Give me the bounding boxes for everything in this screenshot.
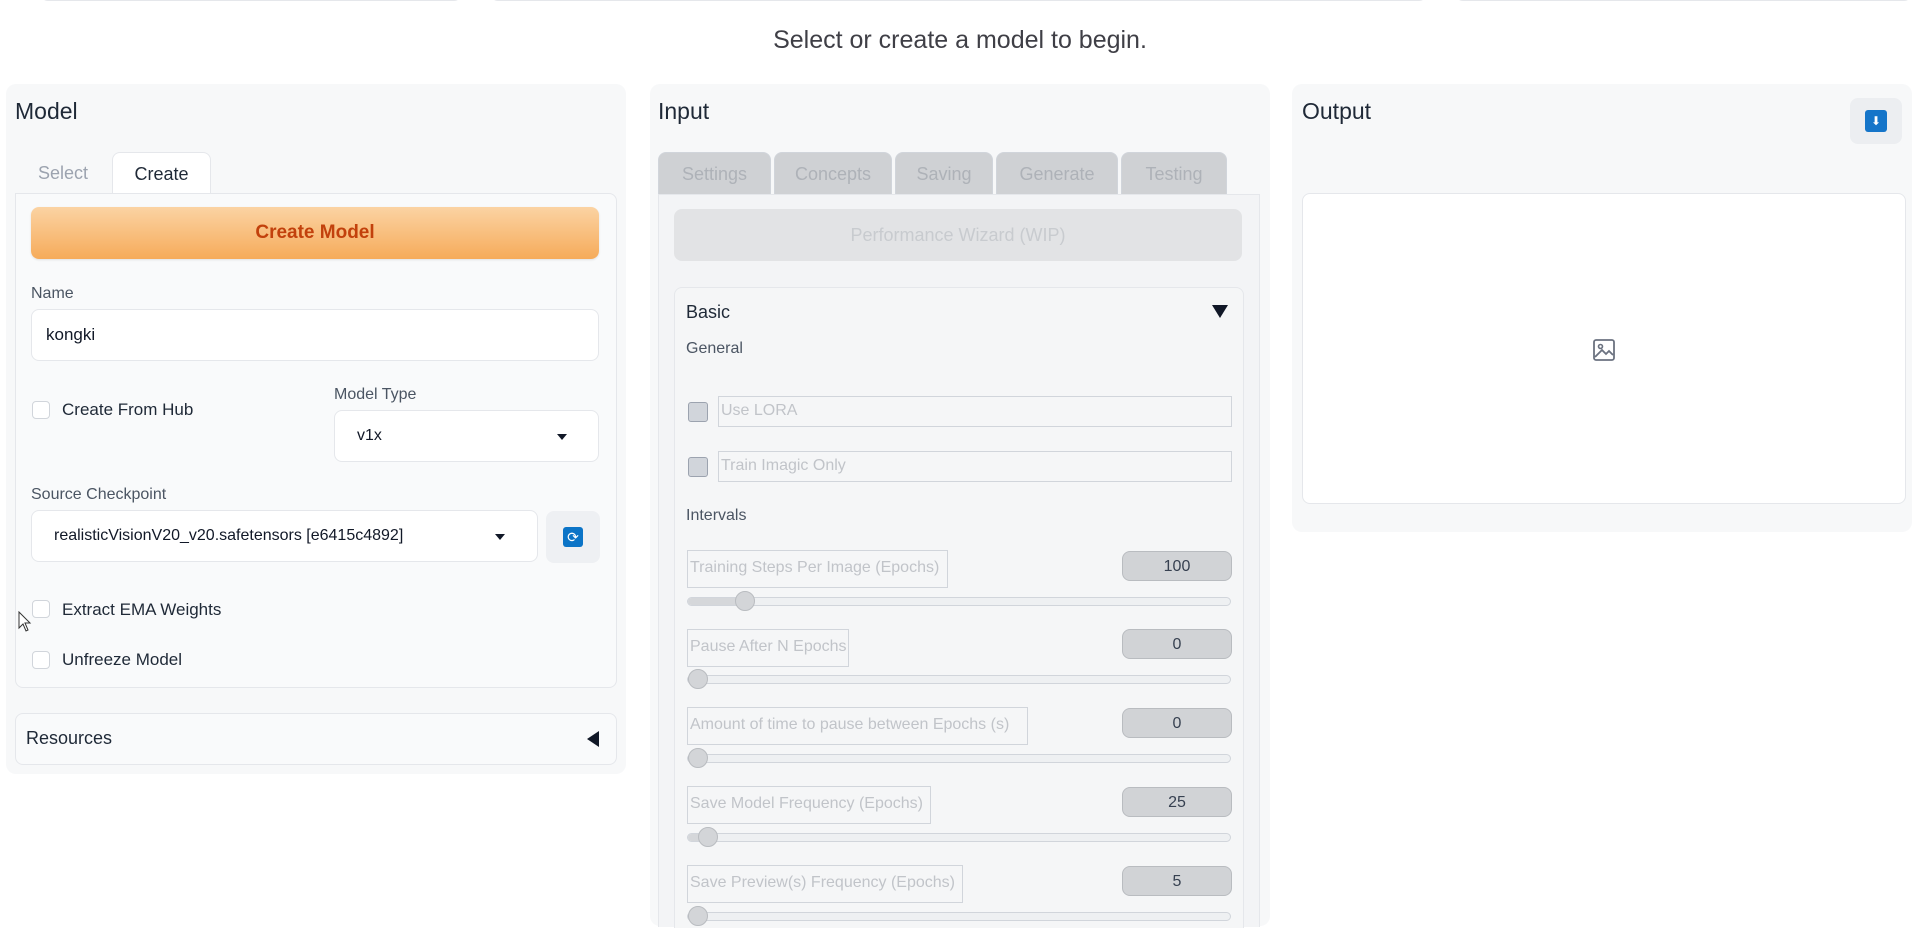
intervals-label: Intervals	[686, 507, 747, 524]
slider-label: Pause After N Epochs	[687, 629, 849, 667]
slider-label: Save Preview(s) Frequency (Epochs)	[687, 865, 963, 903]
slider-label: Amount of time to pause between Epochs (…	[687, 707, 1028, 745]
extract-ema-label: Extract EMA Weights	[62, 600, 222, 619]
output-image	[1302, 193, 1906, 504]
source-checkpoint-value: realisticVisionV20_v20.safetensors [e641…	[54, 527, 404, 544]
refresh-button[interactable]: ⟳	[546, 511, 600, 563]
slider-number-input[interactable]: 0	[1122, 629, 1232, 659]
slider-number-input[interactable]: 0	[1122, 708, 1232, 738]
create-model-button[interactable]: Create Model	[31, 207, 599, 259]
name-label: Name	[31, 285, 74, 302]
image-icon	[1593, 339, 1615, 361]
create-from-hub-checkbox[interactable]	[32, 401, 50, 419]
slider-track[interactable]	[687, 827, 1231, 847]
basic-label: Basic	[686, 302, 731, 322]
slider-knob[interactable]	[688, 748, 708, 768]
slider-label: Save Model Frequency (Epochs)	[687, 786, 931, 824]
source-checkpoint-label: Source Checkpoint	[31, 486, 167, 503]
collapse-triangle-icon	[587, 731, 599, 747]
slider-number-input[interactable]: 100	[1122, 551, 1232, 581]
model-panel-title: Model	[15, 98, 78, 124]
use-lora-checkbox[interactable]	[688, 402, 708, 422]
top-button-1[interactable]	[40, 0, 462, 1]
source-checkpoint-select[interactable]: realisticVisionV20_v20.safetensors [e641…	[31, 510, 538, 562]
input-panel-title: Input	[658, 98, 710, 124]
output-panel-title: Output	[1302, 98, 1372, 124]
tab-generate[interactable]: Generate	[996, 152, 1118, 194]
tab-concepts[interactable]: Concepts	[774, 152, 892, 194]
name-input[interactable]: kongki	[31, 309, 599, 361]
chevron-down-icon	[495, 534, 505, 540]
tab-settings[interactable]: Settings	[658, 152, 771, 194]
refresh-icon: ⟳	[563, 527, 583, 547]
top-button-2[interactable]	[490, 0, 1427, 1]
use-lora-label: Use LORA	[718, 396, 1232, 427]
unfreeze-model-checkbox[interactable]	[32, 651, 50, 669]
model-type-select[interactable]: v1x	[334, 410, 599, 462]
slider-number-input[interactable]: 5	[1122, 866, 1232, 896]
slider-label: Training Steps Per Image (Epochs)	[687, 550, 948, 588]
resources-accordion[interactable]: Resources	[15, 713, 617, 765]
slider-track[interactable]	[687, 906, 1231, 926]
slider-track[interactable]	[687, 748, 1231, 768]
model-type-value: v1x	[357, 427, 382, 444]
download-button[interactable]: ⬇	[1850, 98, 1902, 144]
create-from-hub-label: Create From Hub	[62, 400, 194, 419]
tab-select[interactable]: Select	[15, 152, 111, 194]
status-message: Select or create a model to begin.	[773, 26, 1147, 54]
expand-triangle-icon[interactable]	[1212, 305, 1228, 318]
model-type-label: Model Type	[334, 386, 417, 403]
download-icon: ⬇	[1865, 110, 1887, 132]
train-imagic-label: Train Imagic Only	[718, 451, 1232, 482]
tab-testing[interactable]: Testing	[1121, 152, 1227, 194]
general-label: General	[686, 340, 743, 357]
mouse-cursor-icon	[18, 611, 32, 632]
unfreeze-model-label: Unfreeze Model	[62, 650, 183, 669]
slider-number-input[interactable]: 25	[1122, 787, 1232, 817]
performance-wizard-button[interactable]: Performance Wizard (WIP)	[674, 209, 1242, 261]
tab-create[interactable]: Create	[112, 152, 211, 195]
basic-accordion	[674, 287, 1244, 928]
train-imagic-checkbox[interactable]	[688, 457, 708, 477]
slider-track[interactable]	[687, 669, 1231, 689]
chevron-down-icon	[557, 434, 567, 440]
slider-knob[interactable]	[688, 669, 708, 689]
tab-saving[interactable]: Saving	[895, 152, 993, 194]
slider-track[interactable]	[687, 591, 1231, 611]
resources-label: Resources	[26, 728, 113, 748]
top-button-3[interactable]	[1455, 0, 1912, 1]
extract-ema-checkbox[interactable]	[32, 600, 50, 618]
slider-knob[interactable]	[688, 906, 708, 926]
